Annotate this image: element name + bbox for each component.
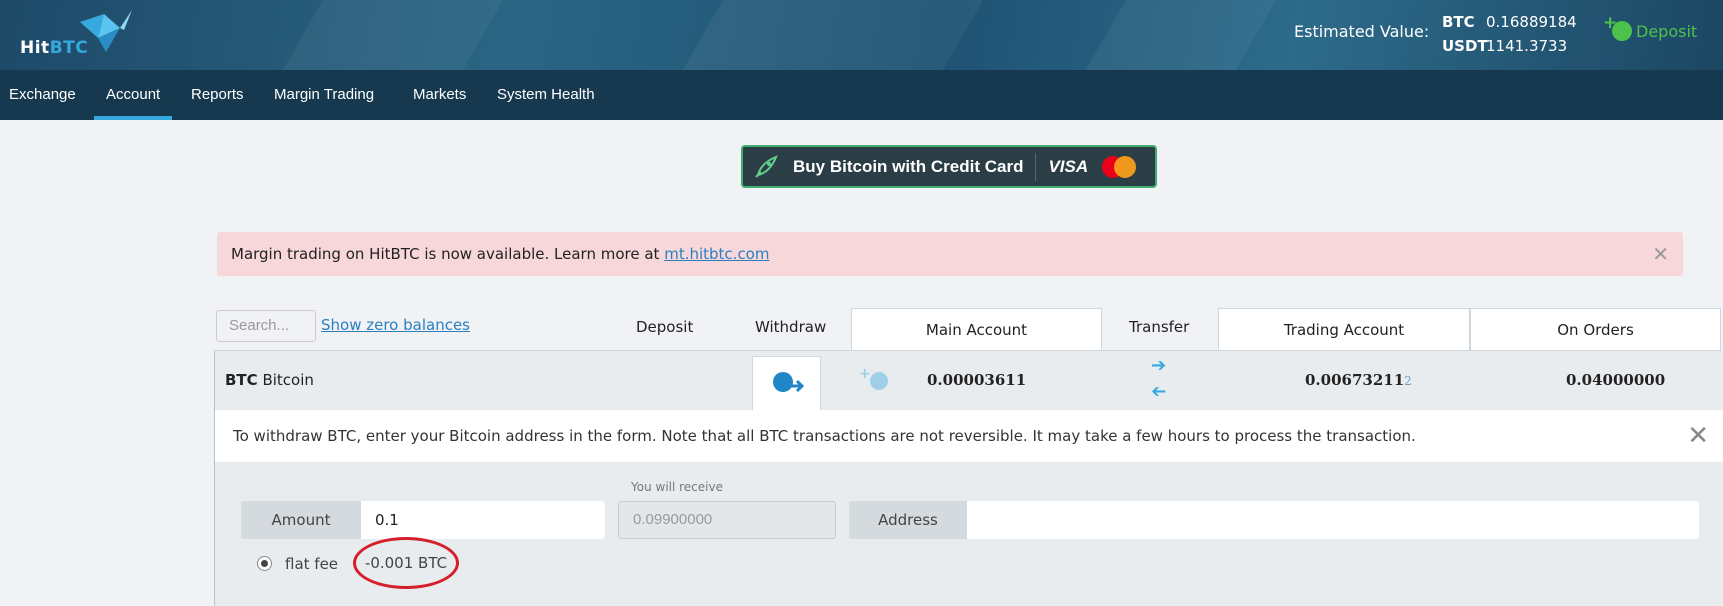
receive-label: You will receive: [631, 480, 723, 494]
column-trading-account: Trading Account: [1218, 308, 1470, 350]
hitbtc-logo[interactable]: HitBTC: [20, 38, 88, 58]
alert-link[interactable]: mt.hitbtc.com: [664, 245, 769, 263]
table-row[interactable]: BTC Bitcoin + 0.00003611 ➔ ➔ 0.006732112…: [214, 350, 1722, 410]
margin-alert: Margin trading on HitBTC is now availabl…: [217, 232, 1683, 276]
close-icon[interactable]: ✕: [1687, 410, 1709, 462]
deposit-plus-icon[interactable]: +: [859, 367, 891, 391]
withdraw-arrow-icon: [773, 372, 805, 393]
amount-label: Amount: [241, 501, 361, 539]
on-orders-balance: 0.04000000: [1566, 371, 1666, 389]
arrow-left-icon[interactable]: ➔: [1151, 381, 1166, 402]
balance-usdt: USDT1141.3733: [1442, 37, 1568, 55]
withdraw-info: To withdraw BTC, enter your Bitcoin addr…: [215, 410, 1723, 462]
nav-exchange[interactable]: Exchange: [9, 70, 76, 120]
estimated-value-label: Estimated Value:: [1294, 22, 1430, 41]
search-input[interactable]: Search...: [216, 310, 316, 342]
column-withdraw: Withdraw: [755, 318, 827, 336]
address-label: Address: [849, 501, 967, 539]
column-on-orders: On Orders: [1470, 308, 1721, 350]
mastercard-logo-icon: [1102, 155, 1138, 178]
balance-btc: BTC 0.16889184: [1442, 13, 1577, 31]
currency-name: BTC Bitcoin: [225, 371, 314, 389]
show-zero-balances-link[interactable]: Show zero balances: [321, 316, 470, 334]
amount-input[interactable]: 0.1: [361, 501, 605, 539]
column-main-account: Main Account: [851, 308, 1102, 350]
main-nav: Exchange Account Reports Margin Trading …: [0, 70, 1723, 120]
buy-bitcoin-banner[interactable]: Buy Bitcoin with Credit Card VISA: [741, 145, 1157, 188]
nav-account[interactable]: Account: [93, 70, 173, 120]
main-account-balance: 0.00003611: [927, 371, 1027, 389]
flat-fee-value: -0.001 BTC: [353, 537, 459, 589]
svg-text:+: +: [859, 367, 871, 382]
receive-field: 0.09900000: [618, 501, 836, 539]
deposit-plus-icon: [1603, 13, 1632, 41]
withdraw-tab[interactable]: [752, 356, 821, 411]
column-deposit: Deposit: [636, 318, 694, 336]
address-input[interactable]: [967, 501, 1699, 539]
alert-text: Margin trading on HitBTC is now availabl…: [231, 245, 665, 263]
visa-logo: VISA: [1048, 156, 1089, 176]
close-icon[interactable]: ✕: [1652, 232, 1669, 276]
nav-reports[interactable]: Reports: [191, 70, 244, 120]
buy-bitcoin-text: Buy Bitcoin with Credit Card: [793, 156, 1024, 176]
top-header: HitBTC Estimated Value: BTC 0.16889184 US…: [0, 0, 1723, 70]
column-transfer: Transfer: [1129, 318, 1190, 336]
nav-markets[interactable]: Markets: [413, 70, 466, 120]
nav-system-health[interactable]: System Health: [497, 70, 595, 120]
flat-fee-radio[interactable]: [257, 556, 272, 571]
rocket-icon: [743, 147, 789, 186]
trading-account-balance: 0.006732112: [1305, 371, 1412, 389]
header-deposit-button[interactable]: Deposit: [1603, 13, 1697, 41]
nav-margin-trading[interactable]: Margin Trading: [274, 70, 374, 120]
withdraw-panel: To withdraw BTC, enter your Bitcoin addr…: [214, 410, 1723, 606]
arrow-right-icon[interactable]: ➔: [1151, 355, 1166, 376]
flat-fee-label: flat fee: [285, 555, 339, 573]
banner-divider: [1035, 152, 1037, 181]
